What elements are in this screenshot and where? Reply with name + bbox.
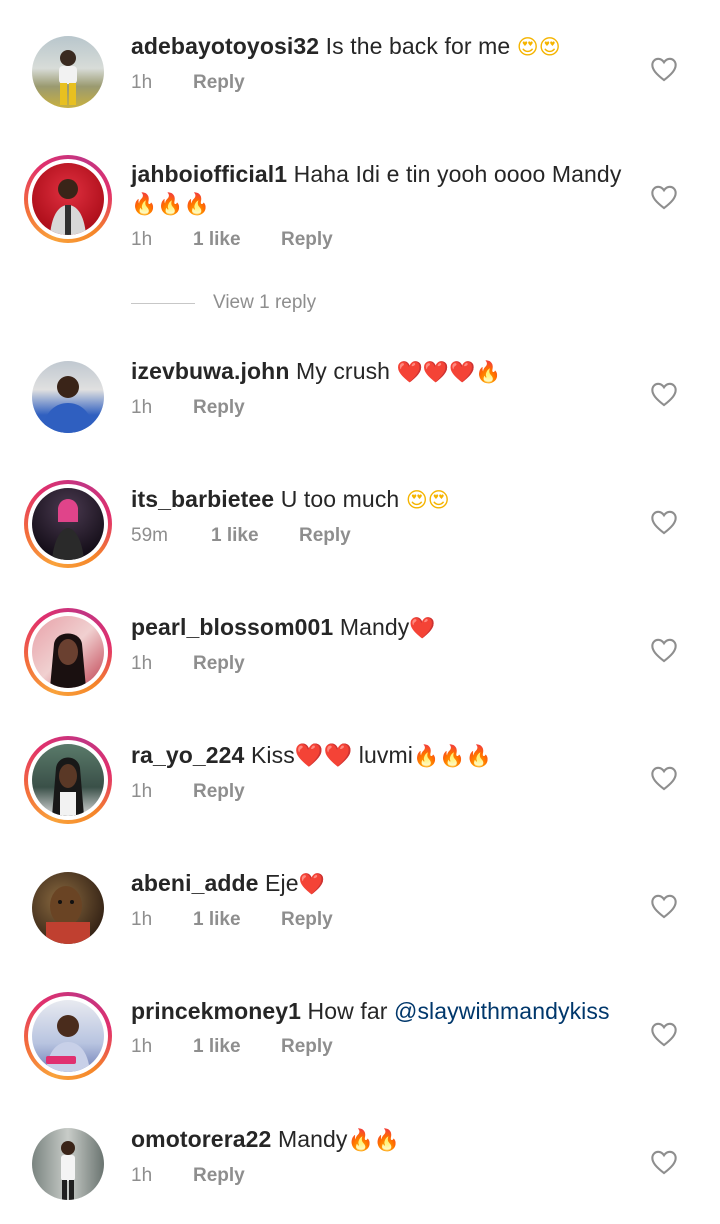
like-heart-icon[interactable] xyxy=(650,56,678,82)
comment-meta: 1h Reply xyxy=(131,653,631,675)
comment-body: My crush xyxy=(295,358,391,384)
avatar[interactable] xyxy=(24,992,112,1080)
comment-username[interactable]: its_barbietee xyxy=(131,486,274,512)
avatar[interactable] xyxy=(24,353,112,441)
avatar[interactable] xyxy=(24,1120,112,1208)
comment-emojis: 😍😍 xyxy=(405,488,450,512)
comment-time: 1h xyxy=(131,397,153,418)
view-replies-label: View 1 reply xyxy=(213,292,317,313)
comment-time: 1h xyxy=(131,653,153,674)
comment-text: abeni_adde Eje❤️ xyxy=(131,869,631,899)
comment-body: U too much xyxy=(280,486,400,512)
comment-username[interactable]: adebayotoyosi32 xyxy=(131,33,319,59)
comment-text: omotorera22 Mandy🔥🔥 xyxy=(131,1125,631,1155)
comment-meta: 1h 1 like Reply xyxy=(131,1036,631,1058)
comment-likes[interactable]: 1 like xyxy=(193,909,281,931)
comment-time: 1h xyxy=(131,909,153,930)
comment-likes[interactable]: 1 like xyxy=(193,1036,281,1058)
like-heart-icon[interactable] xyxy=(650,637,678,663)
comment-emojis: ❤️ xyxy=(409,616,436,640)
comment-meta: 1h 1 like Reply xyxy=(131,909,631,931)
like-heart-icon[interactable] xyxy=(650,1021,678,1047)
like-heart-icon[interactable] xyxy=(650,509,678,535)
comment-text: its_barbietee U too much 😍😍 xyxy=(131,485,631,515)
comment-body: Mandy xyxy=(339,614,410,640)
comment-emojis: 🔥🔥🔥 xyxy=(412,744,492,768)
comment-emojis: ❤️❤️❤️🔥 xyxy=(396,360,502,384)
comment-meta: 1h Reply xyxy=(131,781,631,803)
avatar[interactable] xyxy=(24,736,112,824)
comment-meta: 59m 1 like Reply xyxy=(131,525,631,547)
comment-body: Kiss❤️❤️ luvmi xyxy=(250,742,413,768)
comment-time: 1h xyxy=(131,1165,153,1186)
comment-time: 59m xyxy=(131,525,168,546)
reply-button[interactable]: Reply xyxy=(281,909,333,931)
like-heart-icon[interactable] xyxy=(650,1149,678,1175)
comment-likes[interactable]: 1 like xyxy=(211,525,299,547)
avatar[interactable] xyxy=(24,480,112,568)
comment-body: How far xyxy=(307,998,388,1024)
comment-username[interactable]: pearl_blossom001 xyxy=(131,614,333,640)
comment-emojis: 🔥🔥 xyxy=(347,1128,400,1152)
reply-button[interactable]: Reply xyxy=(299,525,351,547)
comment-time: 1h xyxy=(131,1036,153,1057)
avatar[interactable] xyxy=(24,608,112,696)
comment-text: izevbuwa.john My crush ❤️❤️❤️🔥 xyxy=(131,357,631,387)
comment-text: pearl_blossom001 Mandy❤️ xyxy=(131,613,631,643)
comment-username[interactable]: ra_yo_224 xyxy=(131,742,244,768)
comment-emojis: 🔥🔥🔥 xyxy=(131,192,210,216)
reply-button[interactable]: Reply xyxy=(281,1036,333,1058)
reply-button[interactable]: Reply xyxy=(193,72,245,94)
comment-meta: 1h 1 like Reply xyxy=(131,229,631,251)
reply-button[interactable]: Reply xyxy=(193,397,245,419)
comment-text: ra_yo_224 Kiss❤️❤️ luvmi🔥🔥🔥 xyxy=(131,741,631,771)
comment-mention[interactable]: @slaywithmandykiss xyxy=(394,998,610,1024)
comment-username[interactable]: jahboiofficial1 xyxy=(131,161,287,187)
comment-body: Mandy xyxy=(277,1126,348,1152)
reply-button[interactable]: Reply xyxy=(193,781,245,803)
reply-button[interactable]: Reply xyxy=(193,653,245,675)
comment-text: jahboiofficial1 Haha Idi e tin yooh oooo… xyxy=(131,160,631,219)
like-heart-icon[interactable] xyxy=(650,765,678,791)
comment-likes[interactable]: 1 like xyxy=(193,229,281,251)
comment-body: Haha Idi e tin yooh oooo Mandy xyxy=(293,161,622,187)
comment-meta: 1h Reply xyxy=(131,397,631,419)
comment-username[interactable]: izevbuwa.john xyxy=(131,358,289,384)
view-replies-button[interactable]: View 1 reply xyxy=(131,292,316,314)
reply-button[interactable]: Reply xyxy=(281,229,333,251)
comment-meta: 1h Reply xyxy=(131,72,631,94)
avatar[interactable] xyxy=(24,864,112,952)
comment-time: 1h xyxy=(131,229,153,250)
view-replies-divider xyxy=(131,302,195,304)
comment-time: 1h xyxy=(131,781,153,802)
reply-button[interactable]: Reply xyxy=(193,1165,245,1187)
comment-body: Is the back for me xyxy=(325,33,511,59)
like-heart-icon[interactable] xyxy=(650,893,678,919)
avatar[interactable] xyxy=(24,28,112,116)
comment-emojis: 😍😍 xyxy=(516,35,561,59)
comment-username[interactable]: omotorera22 xyxy=(131,1126,271,1152)
like-heart-icon[interactable] xyxy=(650,184,678,210)
comment-meta: 1h Reply xyxy=(131,1165,631,1187)
comment-emojis: ❤️ xyxy=(298,872,325,896)
comment-time: 1h xyxy=(131,72,153,93)
like-heart-icon[interactable] xyxy=(650,381,678,407)
comment-text: adebayotoyosi32 Is the back for me 😍😍 xyxy=(131,32,631,62)
comment-username[interactable]: princekmoney1 xyxy=(131,998,301,1024)
avatar[interactable] xyxy=(24,155,112,243)
comment-text: princekmoney1 How far @slaywithmandykiss xyxy=(131,997,631,1026)
comment-body: Eje xyxy=(265,870,299,896)
comment-username[interactable]: abeni_adde xyxy=(131,870,259,896)
